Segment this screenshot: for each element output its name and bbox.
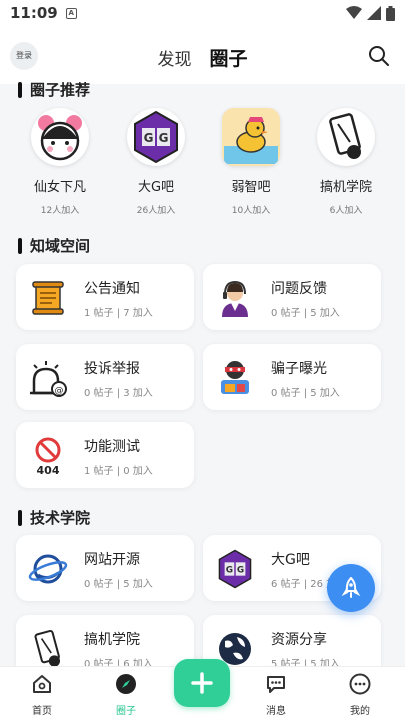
bottom-nav: 首页 圈子 消息 我的: [0, 659, 405, 720]
recommended-count: 6人加入: [329, 206, 363, 216]
section-recommended-label: 圈子推荐: [30, 81, 91, 99]
tab-discover[interactable]: 发现: [157, 45, 191, 70]
app-header: 登录 发现 圈子: [0, 26, 405, 84]
card-title: 网站开源: [84, 552, 140, 568]
section-recommended-title: 圈子推荐: [18, 79, 90, 100]
alarm-icon: @: [28, 358, 68, 398]
planet-icon: [28, 549, 68, 589]
message-icon: [267, 676, 285, 693]
svg-text:G: G: [226, 566, 233, 576]
girl-avatar-icon: [31, 108, 89, 166]
card-meta: 0 帖子 | 5 加入: [84, 579, 153, 590]
tab-circle[interactable]: 圈子: [209, 44, 247, 71]
card-title: 骗子曝光: [271, 361, 327, 377]
nav-messages-label: 消息: [266, 706, 286, 717]
gg-logo-icon: GG: [127, 108, 185, 166]
card-meta: 1 帖子 | 7 加入: [84, 308, 153, 319]
duck-icon: [222, 108, 280, 166]
recommended-count: 10人加入: [231, 206, 271, 216]
nav-mine-label: 我的: [350, 706, 370, 717]
gg-logo-icon: GG: [215, 549, 255, 589]
svg-text:G: G: [159, 131, 169, 145]
card-title: 大G吧: [271, 552, 310, 568]
404-icon: 404: [28, 436, 68, 476]
circle-card[interactable]: 404 功能测试 1 帖子 | 0 加入: [16, 422, 194, 488]
circle-card[interactable]: 网站开源 0 帖子 | 5 加入: [16, 535, 194, 601]
card-meta: 1 帖子 | 0 加入: [84, 466, 153, 477]
thief-icon: [215, 358, 255, 398]
compass-icon: [116, 674, 136, 694]
section-tech-title: 技术学院: [18, 507, 90, 528]
svg-text:G: G: [144, 131, 154, 145]
card-title: 投诉举报: [84, 361, 140, 377]
recommended-item[interactable]: 弱智吧 10人加入: [208, 108, 294, 216]
nav-mine[interactable]: 我的: [330, 673, 390, 717]
card-title: 功能测试: [84, 439, 140, 455]
svg-text:G: G: [237, 566, 244, 576]
card-title: 问题反馈: [271, 281, 327, 297]
plus-icon: [191, 672, 213, 694]
notification-icon: A: [65, 7, 77, 19]
add-post-button[interactable]: [174, 659, 230, 707]
signal-icon: [367, 6, 381, 20]
recommended-name: 弱智吧: [231, 180, 271, 195]
rocket-fab-button[interactable]: [327, 564, 375, 612]
card-title: 公告通知: [84, 281, 140, 297]
status-bar: 11:09 A: [0, 0, 405, 26]
home-icon: [33, 675, 51, 693]
svg-text:@: @: [55, 386, 64, 396]
phone-icon: [317, 108, 375, 166]
circle-card[interactable]: 问题反馈 0 帖子 | 5 加入: [203, 264, 381, 330]
recommended-name: 搞机学院: [319, 180, 372, 195]
circle-card[interactable]: @ 投诉举报 0 帖子 | 3 加入: [16, 344, 194, 410]
card-title: 搞机学院: [84, 632, 140, 648]
nav-home-label: 首页: [32, 706, 52, 717]
battery-icon: [386, 5, 395, 21]
section-knowledge-title: 知域空间: [18, 235, 90, 256]
circle-card[interactable]: 骗子曝光 0 帖子 | 5 加入: [203, 344, 381, 410]
nav-circle[interactable]: 圈子: [96, 673, 156, 717]
card-meta: 0 帖子 | 5 加入: [271, 308, 340, 319]
recommended-count: 26人加入: [136, 206, 176, 216]
top-tabs: 发现 圈子: [0, 44, 405, 71]
recommended-item[interactable]: 仙女下凡 12人加入: [17, 108, 103, 216]
rocket-icon: [341, 577, 361, 598]
card-meta: 0 帖子 | 5 加入: [271, 388, 340, 399]
section-tech-label: 技术学院: [30, 509, 91, 527]
phone-icon: [28, 629, 68, 669]
recommended-count: 12人加入: [40, 206, 80, 216]
card-meta: 0 帖子 | 3 加入: [84, 388, 153, 399]
nav-messages[interactable]: 消息: [246, 673, 306, 717]
support-agent-icon: [215, 278, 255, 318]
more-dots-icon: [349, 673, 371, 695]
status-time: 11:09: [10, 4, 58, 22]
card-title: 资源分享: [271, 632, 327, 648]
circle-card[interactable]: 公告通知 1 帖子 | 7 加入: [16, 264, 194, 330]
svg-text:404: 404: [37, 464, 60, 476]
nav-home[interactable]: 首页: [12, 673, 72, 717]
recommended-name: 仙女下凡: [33, 180, 86, 195]
recommended-name: 大G吧: [137, 180, 175, 195]
recommended-item[interactable]: 搞机学院 6人加入: [303, 108, 389, 216]
wifi-icon: [346, 6, 362, 19]
scroll-icon: [28, 278, 68, 318]
recommended-item[interactable]: GG 大G吧 26人加入: [113, 108, 199, 216]
search-icon[interactable]: [367, 44, 391, 68]
section-knowledge-label: 知域空间: [30, 237, 91, 255]
nav-circle-label: 圈子: [116, 706, 136, 717]
